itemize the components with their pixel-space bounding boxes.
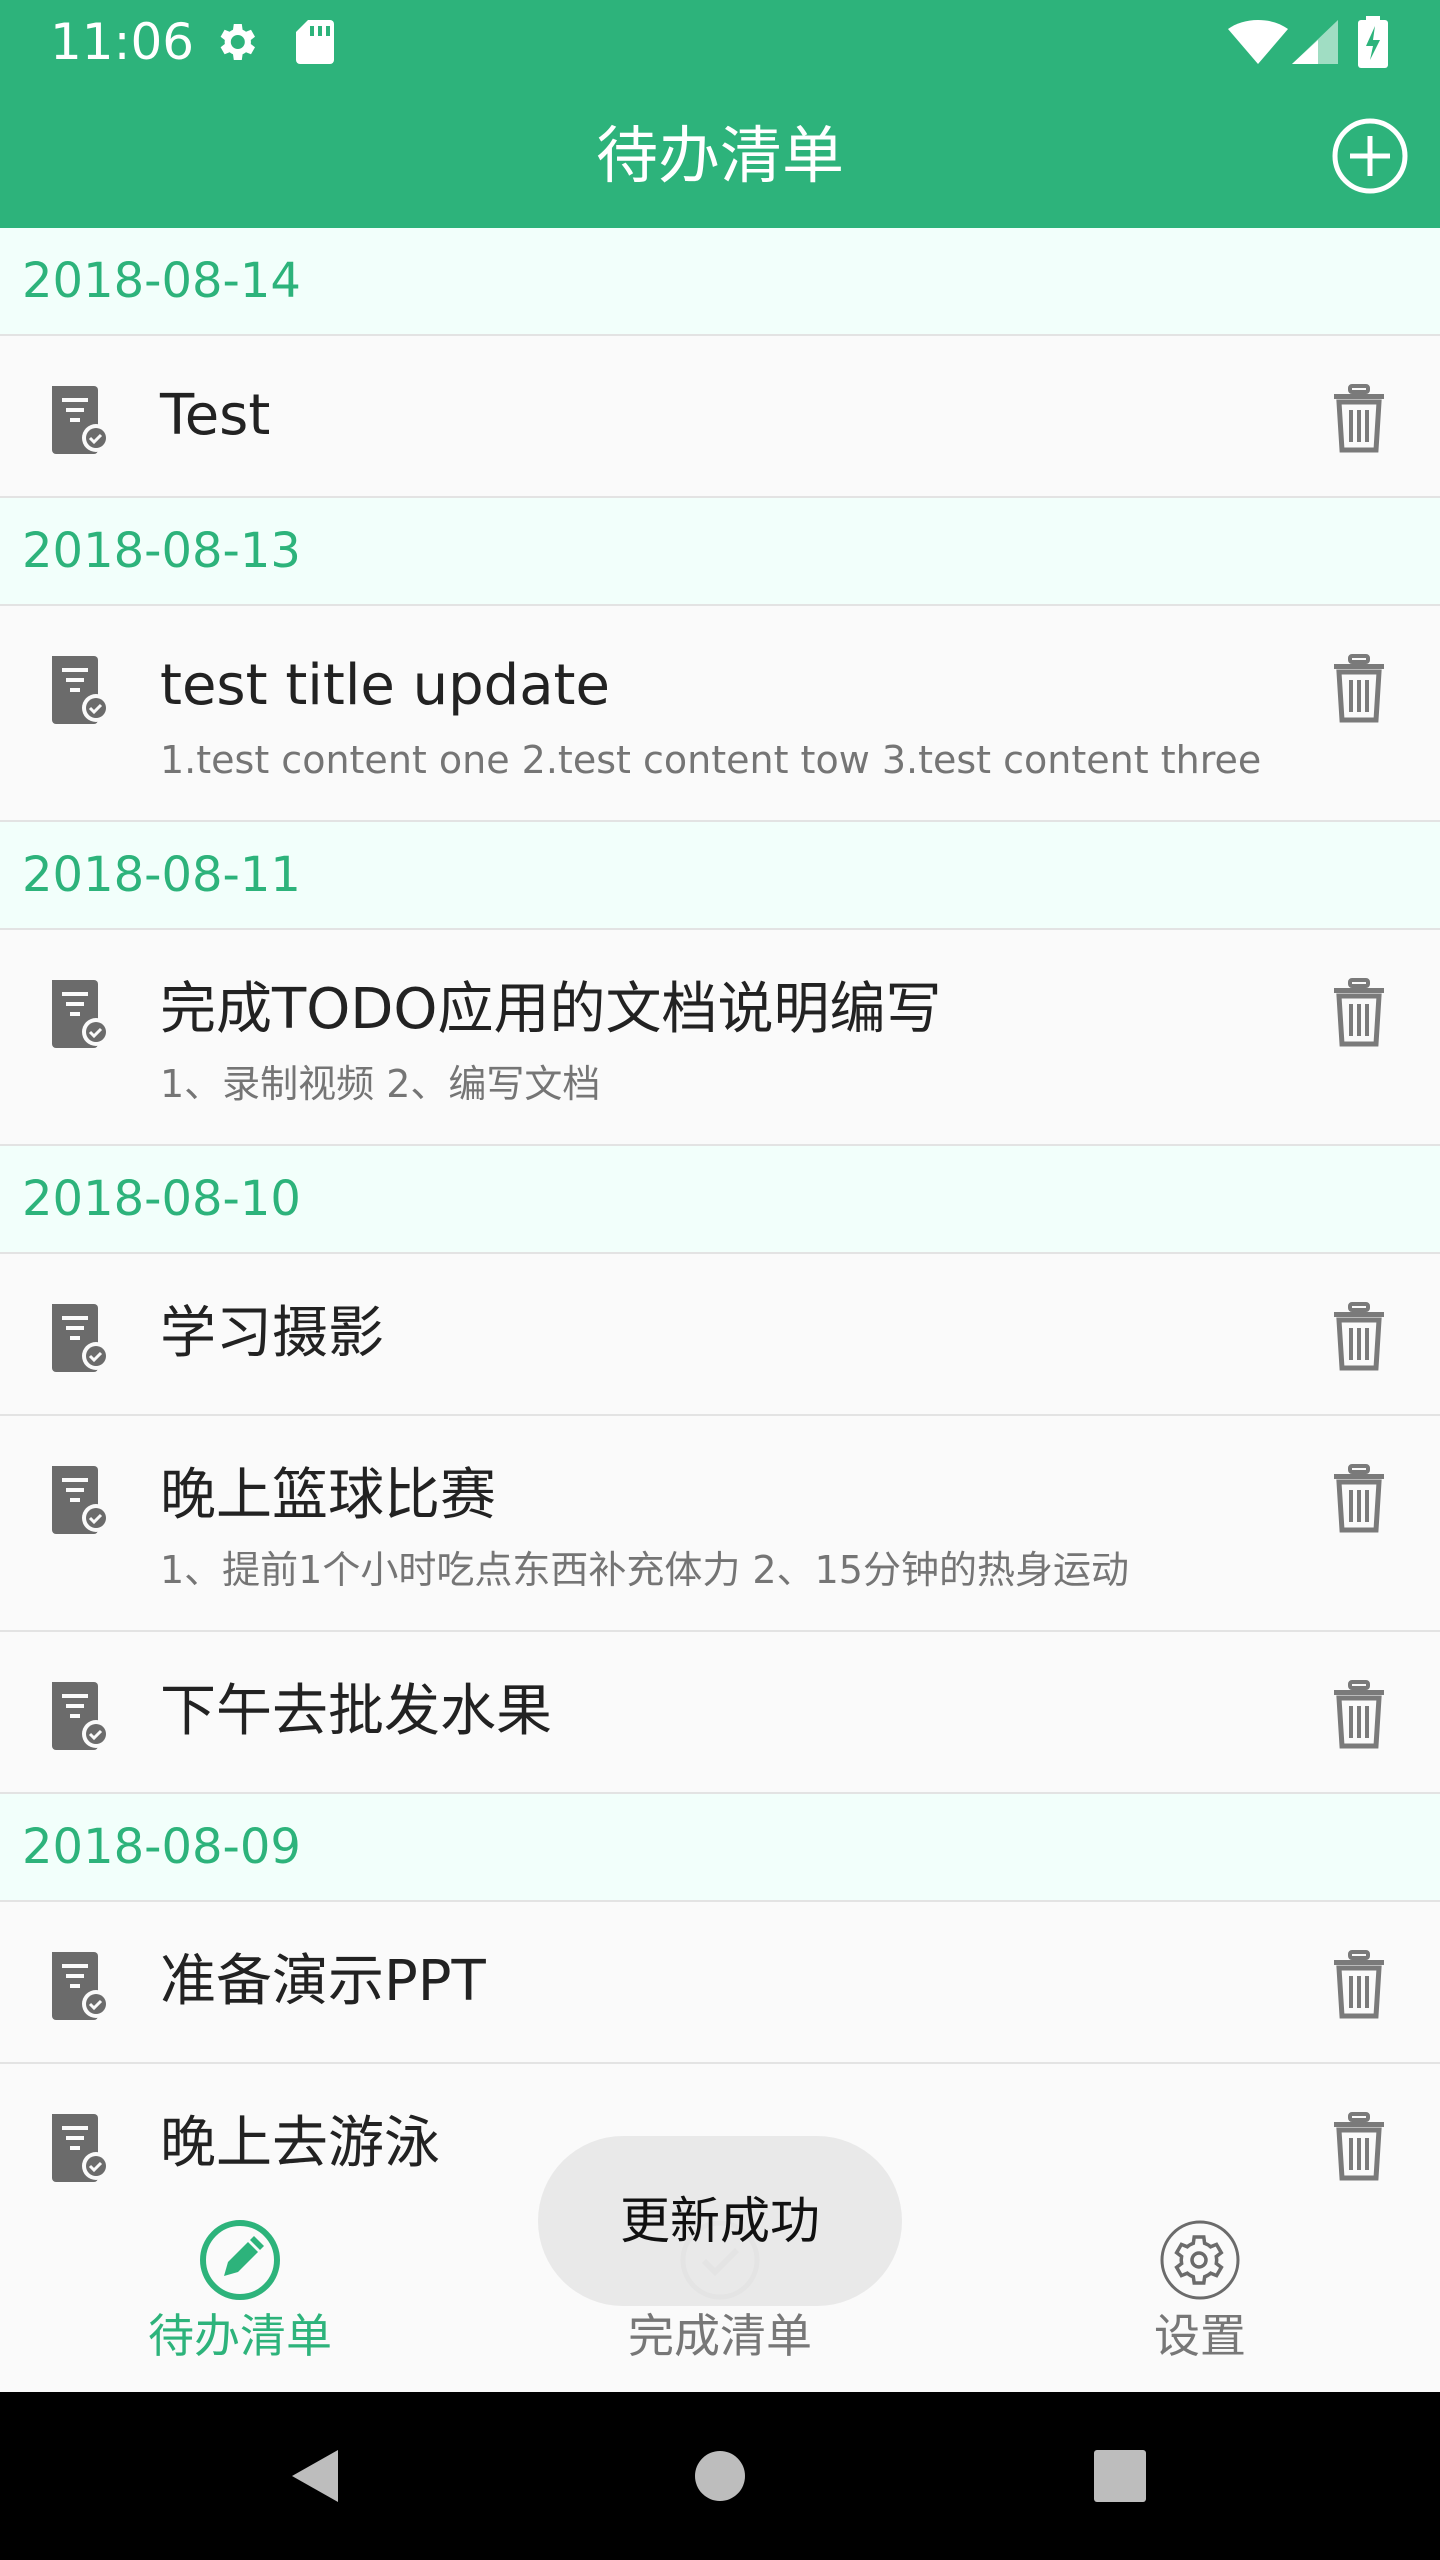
back-triangle-icon [292,2450,338,2502]
delete-button[interactable] [1328,384,1390,454]
delete-button[interactable] [1328,654,1390,724]
trash-icon [1334,1464,1384,1533]
todo-item[interactable]: 学习摄影 [0,1254,1440,1416]
trash-icon [1334,1302,1384,1371]
todo-note-icon [48,382,112,454]
system-nav-bar [0,2392,1440,2560]
todo-note-icon [48,1948,112,2020]
nav-label: 设置 [1154,2309,1246,2363]
recents-button[interactable] [1080,2392,1160,2560]
todo-content: 1、录制视频 2、编写文档 [160,1062,601,1106]
signal-icon [1292,20,1338,68]
recents-square-icon [1094,2450,1146,2502]
toast-message: 更新成功 [538,2136,902,2306]
todo-note-icon [48,1300,112,1372]
todo-content: 1、提前1个小时吃点东西补充体力 2、15分钟的热身运动 [160,1548,1129,1592]
gear-icon [212,18,260,70]
wifi-icon [1228,19,1288,68]
status-bar: 11:06 [0,0,1440,84]
sd-card-icon [294,18,336,70]
todo-item[interactable]: 下午去批发水果 [0,1632,1440,1794]
todo-note-icon [48,2110,112,2182]
trash-icon [1334,2112,1384,2181]
todo-title: Test [160,383,271,448]
todo-note-icon [48,652,112,724]
todo-title: 下午去批发水果 [160,1679,552,1744]
add-circle-icon [1332,118,1408,194]
trash-icon [1334,654,1384,723]
todo-title: 准备演示PPT [160,1949,486,2014]
todo-note-icon [48,976,112,1048]
date-header: 2018-08-09 [0,1794,1440,1902]
todo-list[interactable]: 2018-08-14 Test 2018-08-13 test title up… [0,228,1440,2190]
delete-button[interactable] [1328,1464,1390,1534]
back-button[interactable] [280,2392,360,2560]
todo-item[interactable]: 完成TODO应用的文档说明编写 1、录制视频 2、编写文档 [0,930,1440,1146]
date-header: 2018-08-10 [0,1146,1440,1254]
trash-icon [1334,1950,1384,2019]
home-circle-icon [695,2451,745,2501]
trash-icon [1334,384,1384,453]
todo-title: 学习摄影 [160,1301,384,1366]
date-header: 2018-08-11 [0,822,1440,930]
todo-item[interactable]: Test [0,336,1440,498]
nav-label: 待办清单 [148,2309,332,2363]
status-time: 11:06 [50,13,195,71]
todo-note-icon [48,1678,112,1750]
date-header: 2018-08-13 [0,498,1440,606]
page-title: 待办清单 [595,119,844,192]
delete-button[interactable] [1328,1302,1390,1372]
todo-note-icon [48,1462,112,1534]
todo-item[interactable]: 准备演示PPT [0,1902,1440,2064]
app-bar: 待办清单 [0,84,1440,228]
delete-button[interactable] [1328,2112,1390,2182]
todo-item[interactable]: 晚上篮球比赛 1、提前1个小时吃点东西补充体力 2、15分钟的热身运动 [0,1416,1440,1632]
nav-settings[interactable]: 设置 [960,2190,1440,2392]
delete-button[interactable] [1328,1950,1390,2020]
todo-title: 完成TODO应用的文档说明编写 [160,977,942,1042]
settings-circle-icon [1160,2220,1240,2300]
nav-label: 完成清单 [628,2309,812,2363]
todo-title: 晚上篮球比赛 [160,1463,496,1528]
delete-button[interactable] [1328,1680,1390,1750]
todo-item[interactable]: test title update 1.test content one 2.t… [0,606,1440,822]
date-header: 2018-08-14 [0,228,1440,336]
nav-todo-list[interactable]: 待办清单 [0,2190,480,2392]
home-button[interactable] [680,2392,760,2560]
todo-title: 晚上去游泳 [160,2111,440,2176]
trash-icon [1334,1680,1384,1749]
pencil-circle-icon [200,2220,280,2300]
trash-icon [1334,978,1384,1047]
todo-title: test title update [160,653,610,718]
add-todo-button[interactable] [1330,116,1410,196]
delete-button[interactable] [1328,978,1390,1048]
todo-content: 1.test content one 2.test content tow 3.… [160,738,1262,782]
battery-charging-icon [1358,16,1388,72]
